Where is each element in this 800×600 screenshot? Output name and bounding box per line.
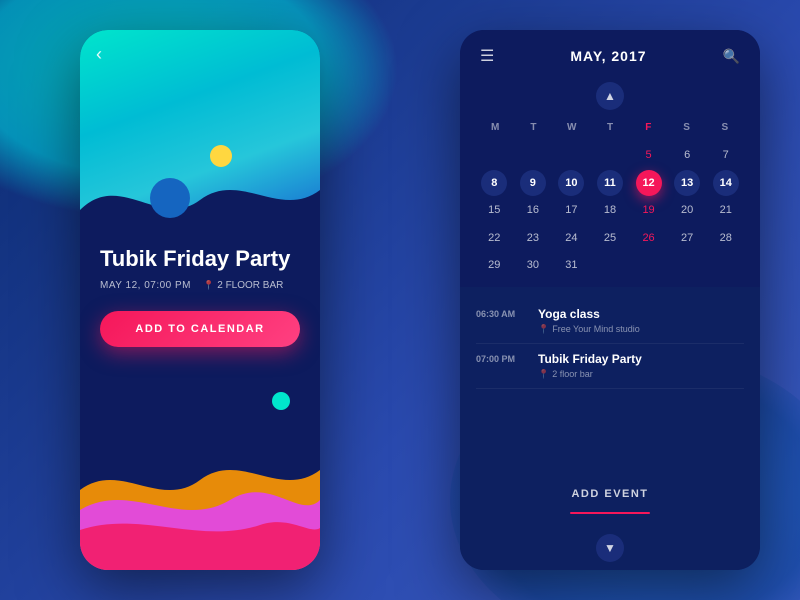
calendar-title: MAY, 2017 — [570, 48, 646, 64]
cal-date-29[interactable]: 29 — [476, 253, 513, 278]
calendar-header: ☰ MAY, 2017 🔍 — [460, 30, 760, 78]
cal-date-16[interactable]: 16 — [515, 198, 552, 223]
cal-date-empty — [592, 253, 629, 278]
cal-date-empty — [553, 143, 590, 168]
cal-date-25[interactable]: 25 — [592, 226, 629, 251]
party-info: Tubik Friday Party 📍 2 floor bar — [538, 352, 642, 380]
event-meta: MAY 12, 07:00 PM 📍 2 FLOOR BAR — [100, 280, 300, 291]
cal-date-17[interactable]: 17 — [553, 198, 590, 223]
cal-date-empty — [515, 143, 552, 168]
cal-date-13[interactable]: 13 — [674, 170, 700, 196]
cal-date-10[interactable]: 10 — [558, 170, 584, 196]
scroll-up-button[interactable]: ▲ — [596, 82, 624, 110]
add-event-button[interactable]: ADD EVENT — [476, 480, 744, 508]
back-button[interactable]: ‹ — [96, 44, 102, 65]
phone-content: Tubik Friday Party MAY 12, 07:00 PM 📍 2 … — [80, 230, 320, 367]
cal-date-28[interactable]: 28 — [707, 226, 744, 251]
day-label-sat: S — [667, 118, 705, 137]
deco-circle-teal — [272, 392, 290, 410]
cal-date-20[interactable]: 20 — [669, 198, 706, 223]
calendar-up-area: ▲ — [460, 78, 760, 118]
event-title: Tubik Friday Party — [100, 246, 300, 272]
calendar-dates: 5 6 7 8 9 10 11 12 13 14 15 16 17 18 19 … — [476, 143, 744, 279]
cal-date-empty — [476, 143, 513, 168]
cal-date-15[interactable]: 15 — [476, 198, 513, 223]
day-label-sun: S — [706, 118, 744, 137]
location-pin-icon: 📍 — [538, 324, 549, 335]
cal-date-22[interactable]: 22 — [476, 226, 513, 251]
add-event-section: ADD EVENT — [460, 468, 760, 526]
cal-date-24[interactable]: 24 — [553, 226, 590, 251]
cal-date-9[interactable]: 9 — [520, 170, 546, 196]
cal-date-27[interactable]: 27 — [669, 226, 706, 251]
cal-date-26[interactable]: 26 — [630, 226, 667, 251]
top-wave-svg — [80, 150, 320, 230]
deco-circle-blue — [150, 178, 190, 218]
cal-date-empty — [592, 143, 629, 168]
menu-icon[interactable]: ☰ — [480, 46, 494, 66]
events-section: 06:30 AM Yoga class 📍 Free Your Mind stu… — [460, 287, 760, 468]
phone-top-area: ‹ — [80, 30, 320, 230]
day-label-wed: W — [553, 118, 591, 137]
day-label-mon: M — [476, 118, 514, 137]
cal-date-14[interactable]: 14 — [713, 170, 739, 196]
day-labels-row: M T W T F S S — [476, 118, 744, 137]
calendar-down-area: ▼ — [460, 526, 760, 570]
cal-date-30[interactable]: 30 — [515, 253, 552, 278]
cal-date-7[interactable]: 7 — [707, 143, 744, 168]
cal-date-5[interactable]: 5 — [630, 143, 667, 168]
yoga-name: Yoga class — [538, 307, 640, 321]
event-item-yoga: 06:30 AM Yoga class 📍 Free Your Mind stu… — [476, 299, 744, 344]
cal-date-18[interactable]: 18 — [592, 198, 629, 223]
yoga-info: Yoga class 📍 Free Your Mind studio — [538, 307, 640, 335]
pink-underline — [570, 512, 650, 514]
cal-date-8[interactable]: 8 — [481, 170, 507, 196]
event-phone-card: ‹ Tubik Friday Party MAY 12, 07:00 PM 📍 … — [80, 30, 320, 570]
event-date: MAY 12, 07:00 PM — [100, 280, 191, 291]
cal-date-empty — [630, 253, 667, 278]
calendar-card: ☰ MAY, 2017 🔍 ▲ M T W T F S S 5 6 7 — [460, 30, 760, 570]
location-pin-icon2: 📍 — [538, 369, 549, 380]
cal-date-empty — [707, 253, 744, 278]
party-name: Tubik Friday Party — [538, 352, 642, 366]
day-label-fri: F — [629, 118, 667, 137]
location-icon: 📍 — [203, 280, 214, 291]
day-label-thu: T — [591, 118, 629, 137]
deco-circle-yellow — [210, 145, 232, 167]
add-to-calendar-button[interactable]: ADD TO CALENDAR — [100, 311, 300, 347]
party-location: 📍 2 floor bar — [538, 369, 642, 380]
search-icon[interactable]: 🔍 — [723, 48, 740, 65]
cal-date-6[interactable]: 6 — [669, 143, 706, 168]
party-time: 07:00 PM — [476, 354, 526, 364]
cal-date-19[interactable]: 19 — [630, 198, 667, 223]
cal-date-21[interactable]: 21 — [707, 198, 744, 223]
cal-date-11[interactable]: 11 — [597, 170, 623, 196]
cal-date-empty — [669, 253, 706, 278]
yoga-location: 📍 Free Your Mind studio — [538, 324, 640, 335]
event-item-party: 07:00 PM Tubik Friday Party 📍 2 floor ba… — [476, 344, 744, 389]
day-label-tue: T — [514, 118, 552, 137]
cal-date-31[interactable]: 31 — [553, 253, 590, 278]
calendar-grid: M T W T F S S 5 6 7 8 9 10 11 12 13 14 — [460, 118, 760, 287]
event-location: 📍 2 FLOOR BAR — [203, 280, 283, 291]
cal-date-23[interactable]: 23 — [515, 226, 552, 251]
scroll-down-button[interactable]: ▼ — [596, 534, 624, 562]
yoga-time: 06:30 AM — [476, 309, 526, 319]
cal-date-12-selected[interactable]: 12 — [636, 170, 662, 196]
